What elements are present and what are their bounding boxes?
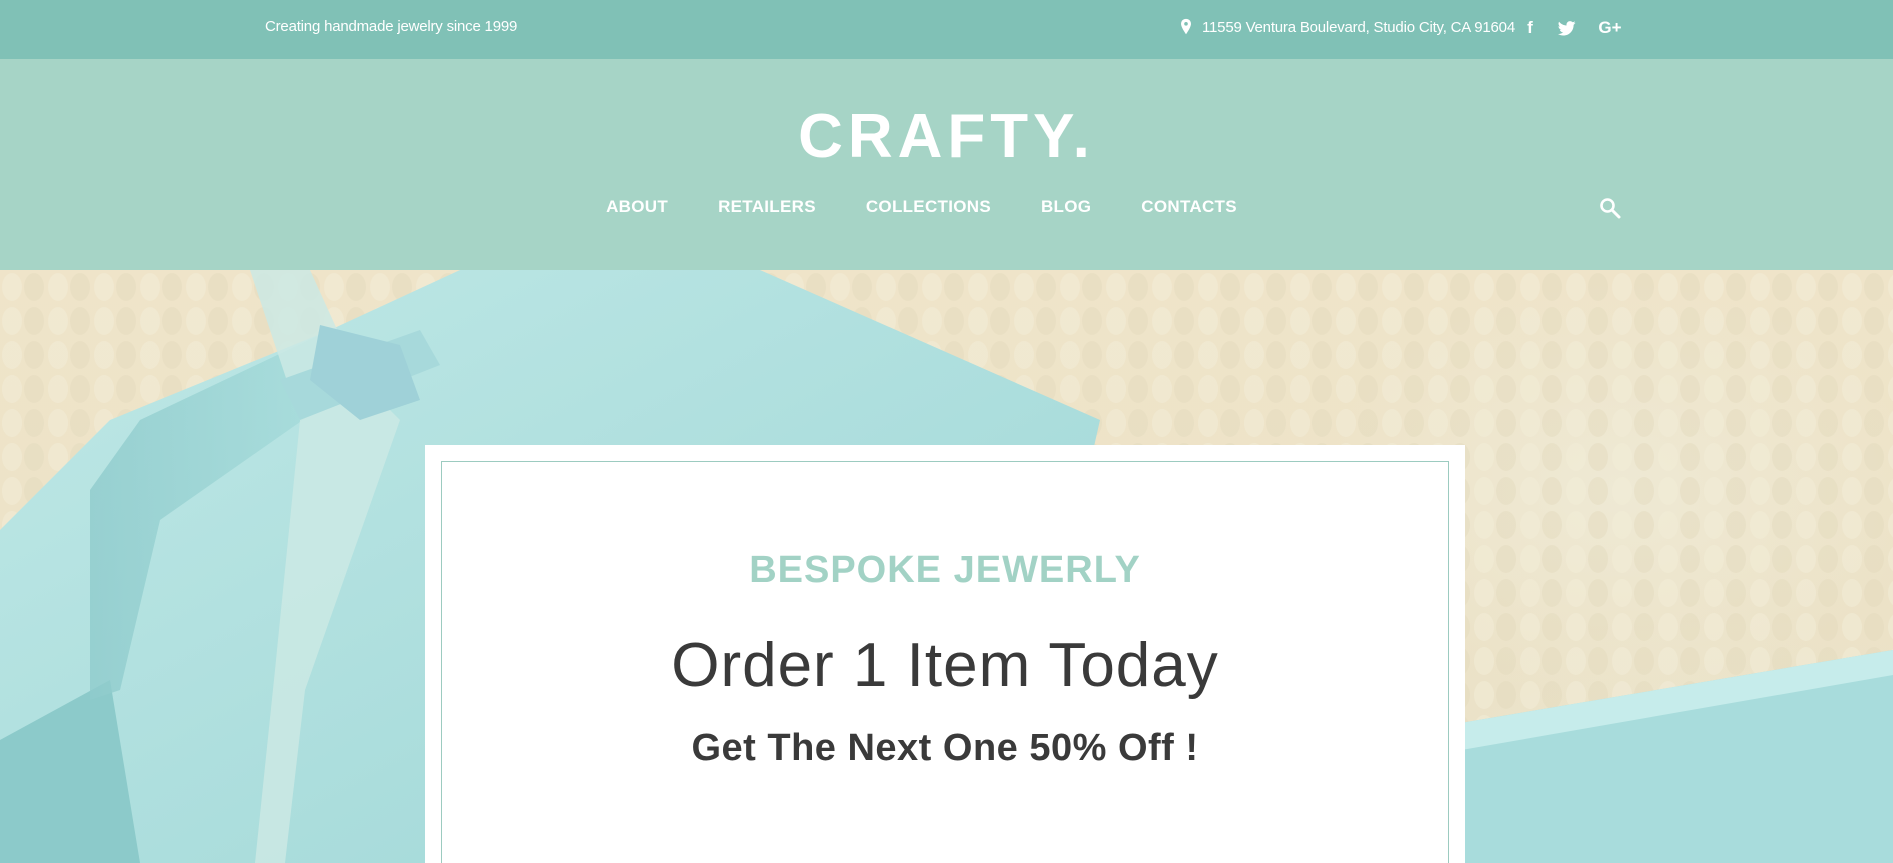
hero-banner: BESPOKE JEWERLY Order 1 Item Today Get T…	[0, 270, 1893, 863]
promo-headline: Order 1 Item Today	[671, 631, 1219, 700]
facebook-icon[interactable]: f	[1520, 14, 1540, 42]
tagline: Creating handmade jewelry since 1999	[265, 18, 518, 35]
promo-kicker: BESPOKE JEWERLY	[749, 549, 1141, 591]
site-header: CRAFTY. ABOUT RETAILERS COLLECTIONS BLOG…	[0, 59, 1893, 270]
nav-item-contacts[interactable]: CONTACTS	[1116, 197, 1262, 217]
promo-subheadline: Get The Next One 50% Off !	[691, 727, 1199, 769]
nav-item-retailers[interactable]: RETAILERS	[693, 197, 841, 217]
twitter-icon[interactable]	[1555, 14, 1579, 42]
address: 11559 Ventura Boulevard, Studio City, CA…	[1178, 18, 1515, 36]
search-icon[interactable]	[1598, 196, 1622, 220]
top-bar: Creating handmade jewelry since 1999 115…	[0, 0, 1893, 59]
nav-item-about[interactable]: ABOUT	[581, 197, 693, 217]
location-pin-icon	[1181, 18, 1191, 35]
address-text: 11559 Ventura Boulevard, Studio City, CA…	[1202, 18, 1515, 36]
promo-card: BESPOKE JEWERLY Order 1 Item Today Get T…	[425, 445, 1465, 863]
site-logo[interactable]: CRAFTY.	[0, 101, 1893, 172]
nav-item-blog[interactable]: BLOG	[1016, 197, 1116, 217]
twitter-bird-icon	[1558, 20, 1576, 36]
google-plus-icon[interactable]: G+	[1596, 14, 1624, 42]
nav-item-collections[interactable]: COLLECTIONS	[841, 197, 1016, 217]
